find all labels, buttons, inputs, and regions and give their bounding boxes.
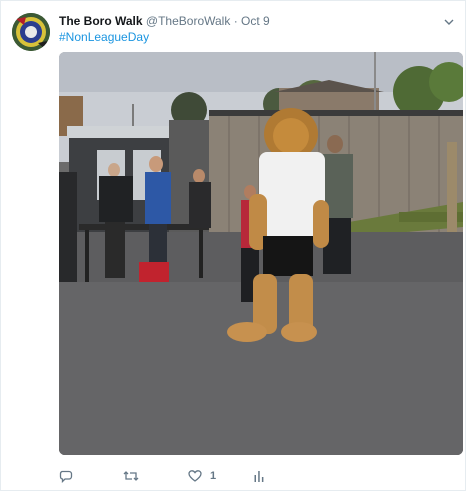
analytics-button[interactable] (253, 467, 265, 485)
reply-button[interactable] (59, 467, 73, 485)
reply-icon (59, 470, 73, 483)
club-badge-icon (12, 13, 50, 51)
analytics-icon (254, 471, 264, 482)
tweet-date[interactable]: Oct 9 (241, 14, 270, 28)
tweet-actions: 1 (59, 467, 463, 485)
photo-image (59, 52, 463, 455)
tweet-header: The Boro Walk @TheBoroWalk · Oct 9 (59, 14, 435, 29)
chevron-down-icon[interactable] (443, 15, 455, 27)
tweet-photo[interactable] (59, 52, 463, 455)
retweet-button[interactable] (123, 467, 139, 485)
heart-icon (188, 470, 202, 482)
display-name[interactable]: The Boro Walk (59, 14, 143, 28)
avatar[interactable] (12, 13, 50, 51)
separator-dot: · (233, 14, 238, 28)
like-button[interactable]: 1 (188, 467, 216, 485)
user-handle[interactable]: @TheBoroWalk (146, 14, 230, 28)
hashtag-link[interactable]: #NonLeagueDay (59, 30, 149, 45)
tweet-card[interactable]: The Boro Walk @TheBoroWalk · Oct 9 #NonL… (0, 0, 466, 491)
like-count: 1 (210, 470, 217, 482)
retweet-icon (123, 471, 139, 481)
